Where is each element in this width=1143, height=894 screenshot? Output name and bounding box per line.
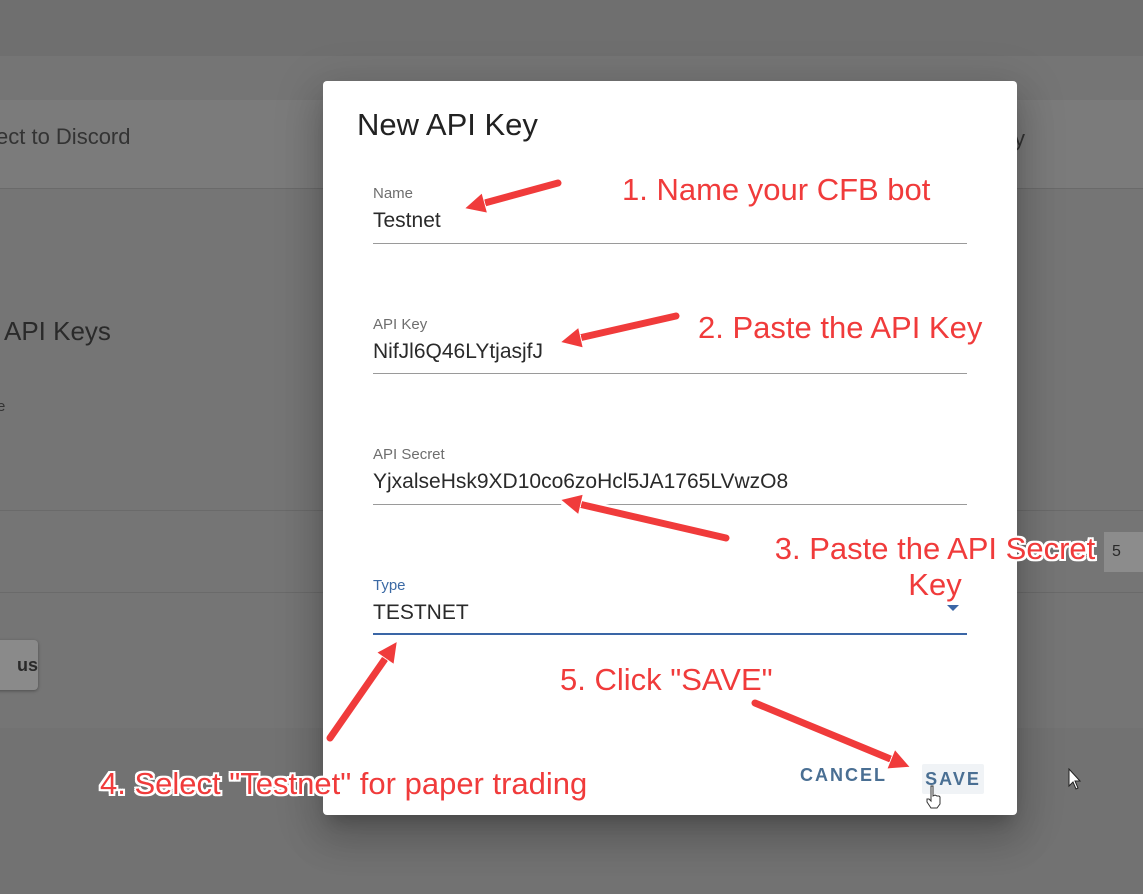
api-secret-field-underline bbox=[373, 504, 967, 505]
type-select-value[interactable]: TESTNET bbox=[373, 601, 469, 625]
name-field[interactable]: Name Testnet bbox=[373, 185, 967, 245]
type-field-label: Type bbox=[373, 577, 406, 594]
background-number-input[interactable]: 5 bbox=[1104, 532, 1143, 572]
connect-discord-text[interactable]: ect to Discord bbox=[0, 124, 131, 150]
background-label-fragment: e bbox=[0, 398, 6, 415]
new-api-key-dialog: New API Key Name Testnet API Key NifJl6Q… bbox=[323, 81, 1017, 815]
name-field-underline bbox=[373, 243, 967, 244]
status-button[interactable]: us bbox=[0, 640, 38, 690]
type-field-underline bbox=[373, 633, 967, 635]
chevron-down-icon[interactable] bbox=[947, 605, 959, 611]
background-top-bar bbox=[0, 0, 1143, 56]
api-secret-input[interactable]: YjxalseHsk9XD10co6zoHcl5JA1765LVwzO8 bbox=[373, 470, 788, 494]
api-key-field-underline bbox=[373, 373, 967, 374]
api-secret-field[interactable]: API Secret YjxalseHsk9XD10co6zoHcl5JA176… bbox=[373, 446, 967, 506]
api-key-field[interactable]: API Key NifJl6Q46LYtjasjfJ bbox=[373, 316, 967, 376]
name-input[interactable]: Testnet bbox=[373, 209, 441, 233]
cancel-button[interactable]: CANCEL bbox=[800, 765, 887, 786]
api-key-field-label: API Key bbox=[373, 316, 428, 333]
api-key-input[interactable]: NifJl6Q46LYtjasjfJ bbox=[373, 340, 543, 364]
type-select[interactable]: Type TESTNET bbox=[373, 577, 967, 637]
api-secret-field-label: API Secret bbox=[373, 446, 445, 463]
hand-cursor-icon bbox=[926, 785, 941, 809]
api-keys-heading: API Keys bbox=[4, 316, 111, 346]
name-field-label: Name bbox=[373, 185, 414, 202]
pointer-cursor-icon bbox=[1068, 768, 1082, 790]
dialog-title: New API Key bbox=[357, 107, 538, 142]
